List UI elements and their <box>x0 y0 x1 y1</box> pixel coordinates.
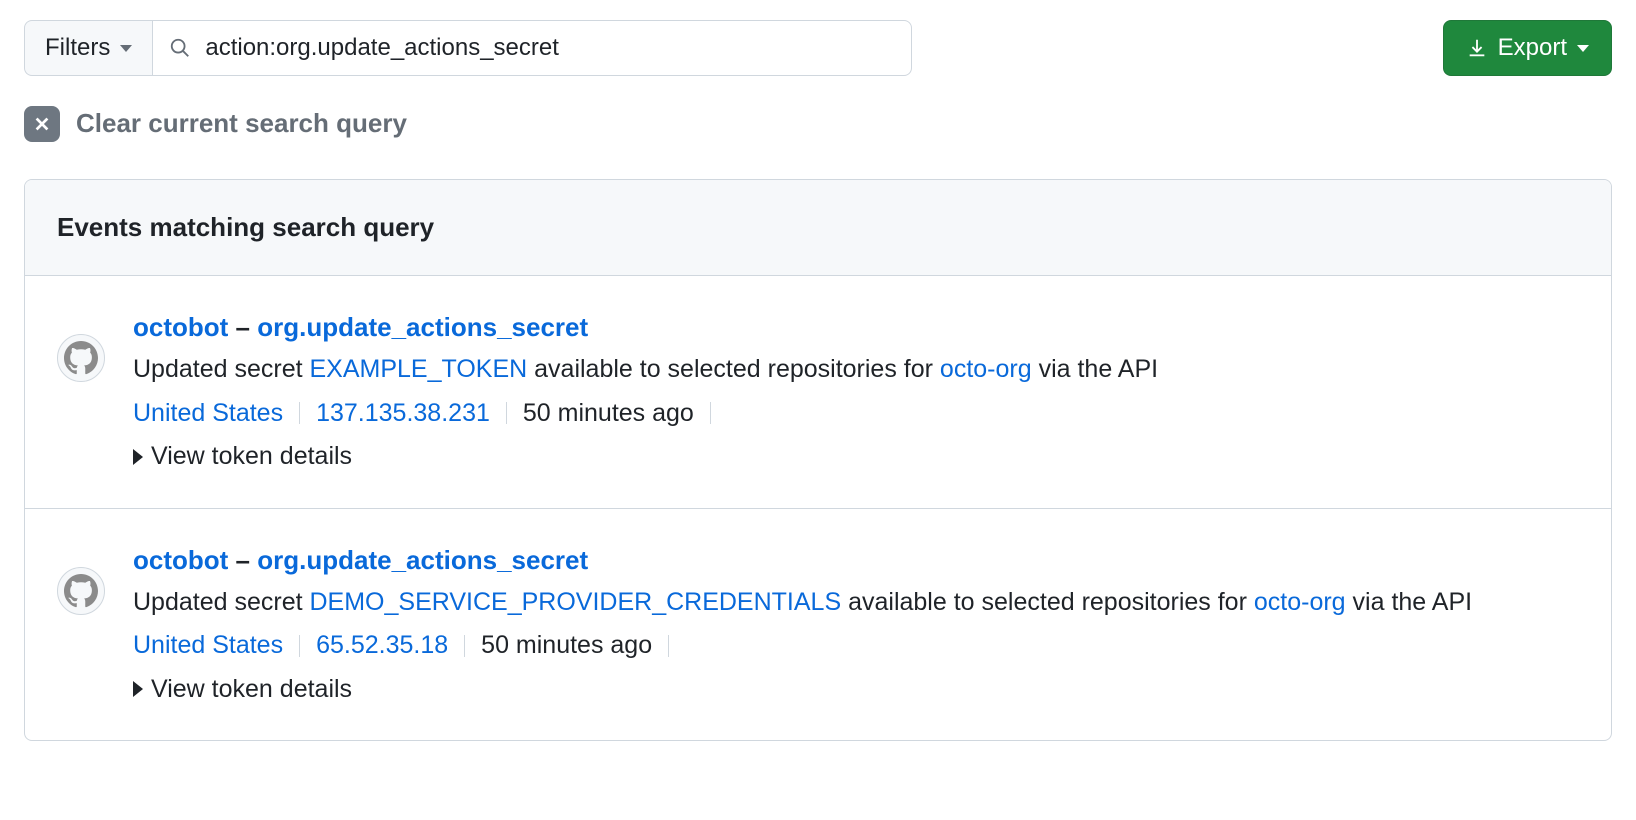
close-icon[interactable] <box>24 106 60 142</box>
title-separator: – <box>236 312 250 342</box>
ip-link[interactable]: 137.135.38.231 <box>316 395 490 433</box>
event-meta: United States 137.135.38.231 50 minutes … <box>133 395 1579 433</box>
event-body: octobot – org.update_actions_secret Upda… <box>133 308 1579 476</box>
octocat-icon <box>64 574 98 608</box>
location-link[interactable]: United States <box>133 627 283 665</box>
clear-search-label: Clear current search query <box>76 104 407 143</box>
desc-prefix: Updated secret <box>133 355 310 383</box>
search-field-wrap[interactable] <box>152 20 912 76</box>
details-label: View token details <box>151 438 352 476</box>
spacer <box>912 20 1442 76</box>
events-panel: Events matching search query octobot – o… <box>24 179 1612 741</box>
event-meta: United States 65.52.35.18 50 minutes ago <box>133 627 1579 665</box>
event-body: octobot – org.update_actions_secret Upda… <box>133 541 1579 709</box>
event-title: octobot – org.update_actions_secret <box>133 541 1579 580</box>
filters-label: Filters <box>45 34 110 62</box>
view-details-toggle[interactable]: View token details <box>133 438 1579 476</box>
caret-down-icon <box>120 45 132 52</box>
event-description: Updated secret DEMO_SERVICE_PROVIDER_CRE… <box>133 584 1579 622</box>
org-link[interactable]: octo-org <box>1254 588 1346 616</box>
avatar[interactable] <box>57 567 105 615</box>
triangle-right-icon <box>133 449 143 465</box>
desc-suffix: via the API <box>1032 355 1158 383</box>
secret-link[interactable]: EXAMPLE_TOKEN <box>310 355 528 383</box>
action-link[interactable]: org.update_actions_secret <box>257 312 588 342</box>
meta-separator <box>506 402 507 424</box>
view-details-toggle[interactable]: View token details <box>133 671 1579 709</box>
event-title: octobot – org.update_actions_secret <box>133 308 1579 347</box>
meta-separator <box>668 635 669 657</box>
ip-link[interactable]: 65.52.35.18 <box>316 627 448 665</box>
desc-suffix: via the API <box>1346 588 1472 616</box>
time-text: 50 minutes ago <box>481 627 652 665</box>
meta-separator <box>464 635 465 657</box>
event-row: octobot – org.update_actions_secret Upda… <box>25 509 1611 741</box>
desc-mid: available to selected repositories for <box>527 355 940 383</box>
events-header: Events matching search query <box>25 180 1611 276</box>
event-description: Updated secret EXAMPLE_TOKEN available t… <box>133 351 1579 389</box>
filters-button[interactable]: Filters <box>24 20 152 76</box>
secret-link[interactable]: DEMO_SERVICE_PROVIDER_CREDENTIALS <box>310 588 842 616</box>
caret-down-icon <box>1577 45 1589 52</box>
octocat-icon <box>64 341 98 375</box>
title-separator: – <box>236 545 250 575</box>
desc-mid: available to selected repositories for <box>841 588 1254 616</box>
toolbar: Filters Export <box>24 20 1612 76</box>
desc-prefix: Updated secret <box>133 588 310 616</box>
meta-separator <box>299 635 300 657</box>
action-link[interactable]: org.update_actions_secret <box>257 545 588 575</box>
clear-search-row[interactable]: Clear current search query <box>24 104 1612 143</box>
event-row: octobot – org.update_actions_secret Upda… <box>25 276 1611 509</box>
download-icon <box>1466 37 1488 59</box>
export-button[interactable]: Export <box>1443 20 1612 76</box>
avatar[interactable] <box>57 334 105 382</box>
org-link[interactable]: octo-org <box>940 355 1032 383</box>
search-input[interactable] <box>205 34 895 62</box>
details-label: View token details <box>151 671 352 709</box>
time-text: 50 minutes ago <box>523 395 694 433</box>
search-icon <box>169 37 191 59</box>
export-label: Export <box>1498 34 1567 62</box>
actor-link[interactable]: octobot <box>133 312 228 342</box>
location-link[interactable]: United States <box>133 395 283 433</box>
actor-link[interactable]: octobot <box>133 545 228 575</box>
meta-separator <box>710 402 711 424</box>
meta-separator <box>299 402 300 424</box>
triangle-right-icon <box>133 681 143 697</box>
